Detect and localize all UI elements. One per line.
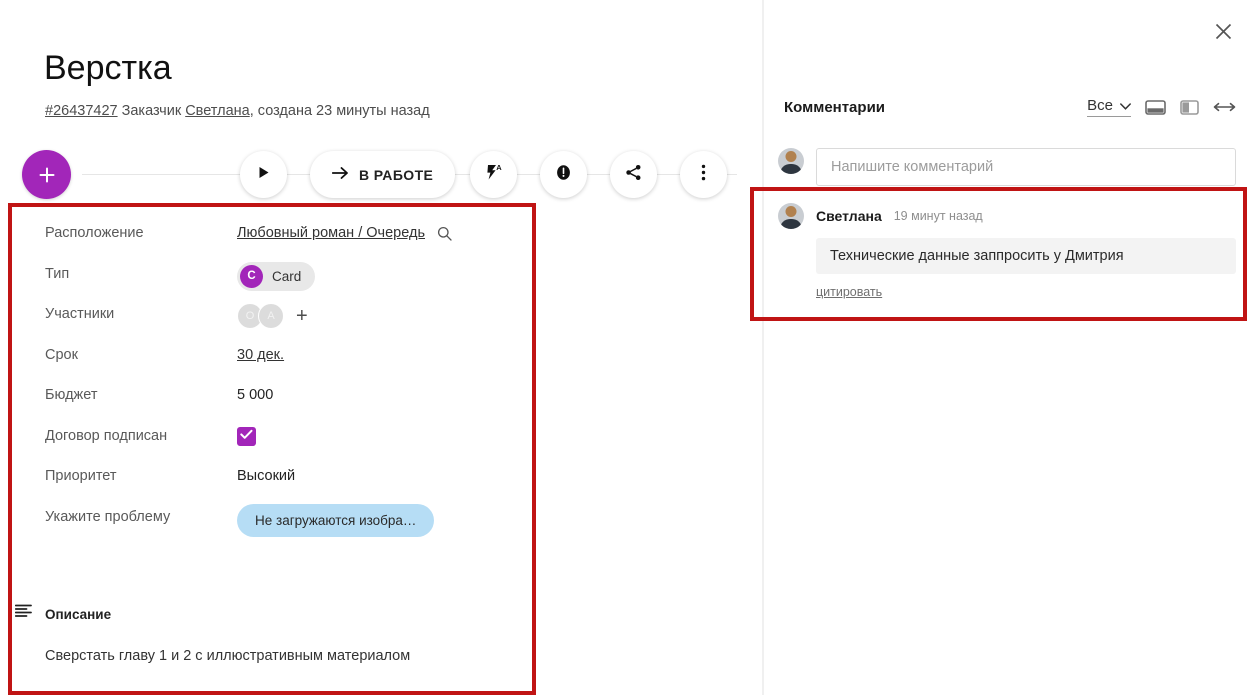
more-button[interactable] <box>680 151 727 198</box>
play-button[interactable] <box>240 151 287 198</box>
field-label: Расположение <box>45 225 144 241</box>
field-value: Не загружаются изобра… <box>237 503 435 537</box>
add-participant-button[interactable]: + <box>296 306 308 326</box>
field-label: Бюджет <box>45 387 98 403</box>
problem-chip[interactable]: Не загружаются изобра… <box>237 503 435 537</box>
field-value: 5 000 <box>237 387 274 403</box>
split-vertical-icon[interactable] <box>1180 99 1199 116</box>
comment-input[interactable]: Напишите комментарий <box>816 148 1236 186</box>
description-title: Описание <box>45 606 112 622</box>
alert-icon <box>555 164 572 186</box>
comment-author: Светлана <box>816 208 882 224</box>
avatar <box>778 148 804 174</box>
comment-meta: Светлана 19 минут назад <box>778 203 1236 229</box>
ticket-id-link[interactable]: #26437427 <box>45 103 118 119</box>
field-row-priority: Приоритет Высокий <box>45 465 515 506</box>
field-value: Высокий <box>237 468 296 484</box>
field-label: Участники <box>45 306 115 322</box>
field-row-deadline: Срок 30 дек. <box>45 344 515 385</box>
participant-avatars: О А + <box>237 303 308 329</box>
customer-link[interactable]: Светлана <box>185 103 250 119</box>
field-label: Тип <box>45 265 70 282</box>
customer-label: Заказчик <box>121 103 182 119</box>
field-row-type: Тип C Card <box>45 261 515 304</box>
arrow-right-icon <box>331 166 349 183</box>
status-label: В РАБОТЕ <box>359 166 434 183</box>
alert-button[interactable] <box>540 151 587 198</box>
description-icon <box>14 604 32 624</box>
ticket-subtitle: #26437427 Заказчик Светлана, создана 23 … <box>45 101 430 121</box>
comments-tools: Все <box>1087 97 1236 117</box>
field-row-location: Расположение Любовный роман / Очередь <box>45 222 515 263</box>
comment-text: Технические данные заппросить у Дмитрия <box>816 238 1236 274</box>
share-icon <box>625 164 642 186</box>
deadline-link[interactable]: 30 дек. <box>237 347 284 363</box>
field-row-problem: Укажите проблему Не загружаются изобра… <box>45 503 515 547</box>
more-vertical-icon <box>701 164 706 186</box>
search-icon[interactable] <box>437 226 452 241</box>
play-icon <box>256 165 271 185</box>
quote-link[interactable]: цитировать <box>816 285 882 299</box>
page-title: Верстка <box>44 49 172 87</box>
field-row-contract: Договор подписан <box>45 425 515 466</box>
field-row-budget: Бюджет 5 000 <box>45 384 515 425</box>
comment-time: 19 минут назад <box>893 209 983 223</box>
type-chip[interactable]: C Card <box>237 261 316 291</box>
type-chip-label: Card <box>272 268 302 284</box>
comment-compose-row: Напишите комментарий <box>778 148 1236 186</box>
comments-header: Комментарии Все <box>784 97 1236 117</box>
flash-auto-icon: A <box>484 163 503 187</box>
comment-item: Светлана 19 минут назад Технические данн… <box>778 203 1236 301</box>
resize-horizontal-icon[interactable] <box>1213 101 1236 113</box>
field-value <box>237 425 256 446</box>
field-label: Договор подписан <box>45 427 168 444</box>
split-horizontal-icon[interactable] <box>1145 99 1166 116</box>
description-header: Описание <box>14 604 515 624</box>
comments-filter-label: Все <box>1087 97 1113 114</box>
chevron-down-icon <box>1120 97 1131 114</box>
flash-auto-button[interactable]: A <box>470 151 517 198</box>
status-button[interactable]: В РАБОТЕ <box>310 151 456 198</box>
description-section: Описание Сверстать главу 1 и 2 с иллюстр… <box>14 604 515 664</box>
comments-filter-dropdown[interactable]: Все <box>1087 97 1131 117</box>
field-value: Любовный роман / Очередь <box>237 222 452 241</box>
ticket-toolbar: В РАБОТЕ A <box>22 147 737 203</box>
location-link[interactable]: Любовный роман / Очередь <box>237 225 425 241</box>
type-chip-badge: C <box>240 264 263 288</box>
created-text: , создана 23 минуты назад <box>249 103 430 119</box>
plus-icon <box>38 166 56 184</box>
ticket-panel: Верстка #26437427 Заказчик Светлана, соз… <box>0 0 762 695</box>
field-value: О А + <box>237 303 308 329</box>
field-value: C Card <box>237 261 316 291</box>
avatar[interactable]: А <box>258 303 284 329</box>
field-label: Укажите проблему <box>45 508 171 525</box>
check-icon <box>240 428 253 444</box>
share-button[interactable] <box>610 151 657 198</box>
svg-text:A: A <box>496 163 502 172</box>
avatar <box>778 203 804 229</box>
comments-title: Комментарии <box>784 98 886 116</box>
field-value: 30 дек. <box>237 344 284 363</box>
description-body: Сверстать главу 1 и 2 с иллюстративным м… <box>45 648 411 664</box>
contract-checkbox[interactable] <box>237 426 256 446</box>
ticket-fields: Расположение Любовный роман / Очередь Ти… <box>45 222 515 546</box>
field-row-participants: Участники О А + <box>45 303 515 344</box>
add-button[interactable] <box>22 150 71 199</box>
field-label: Приоритет <box>45 468 117 484</box>
comments-panel: Комментарии Все Напишите комментарий Све… <box>764 0 1254 695</box>
field-label: Срок <box>45 346 78 363</box>
